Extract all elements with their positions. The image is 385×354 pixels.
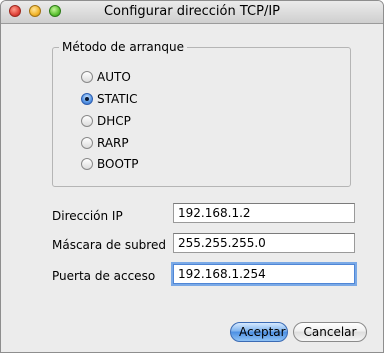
radio-auto-label: AUTO	[97, 70, 131, 84]
boot-method-label: Método de arranque	[59, 40, 187, 54]
radio-bootp-label: BOOTP	[97, 157, 139, 171]
gateway-field[interactable]	[173, 264, 355, 284]
radio-static[interactable]: STATIC	[81, 91, 138, 107]
title-bar[interactable]: Configurar dirección TCP/IP	[1, 1, 383, 24]
radio-rarp[interactable]: RARP	[81, 135, 129, 151]
radio-auto[interactable]: AUTO	[81, 69, 131, 85]
ip-address-field[interactable]	[173, 203, 355, 223]
radio-dhcp-label: DHCP	[97, 114, 131, 128]
cancel-button[interactable]: Cancelar	[293, 322, 367, 342]
ip-address-label: Dirección IP	[52, 209, 123, 223]
radio-button-icon[interactable]	[81, 71, 93, 83]
radio-dhcp[interactable]: DHCP	[81, 113, 131, 129]
radio-bootp[interactable]: BOOTP	[81, 156, 138, 172]
accept-button[interactable]: Aceptar	[230, 322, 288, 342]
radio-button-icon[interactable]	[81, 137, 93, 149]
subnet-mask-field[interactable]	[173, 233, 355, 253]
radio-button-icon[interactable]	[81, 158, 93, 170]
gateway-label: Puerta de acceso	[52, 269, 156, 283]
window-title: Configurar dirección TCP/IP	[103, 4, 281, 19]
radio-button-icon[interactable]	[81, 115, 93, 127]
radio-static-label: STATIC	[97, 92, 138, 106]
radio-button-selected-icon[interactable]	[81, 93, 93, 105]
subnet-mask-label: Máscara de subred	[52, 238, 166, 252]
dialog-window: Configurar dirección TCP/IP Método de ar…	[0, 0, 384, 353]
radio-rarp-label: RARP	[97, 136, 129, 150]
